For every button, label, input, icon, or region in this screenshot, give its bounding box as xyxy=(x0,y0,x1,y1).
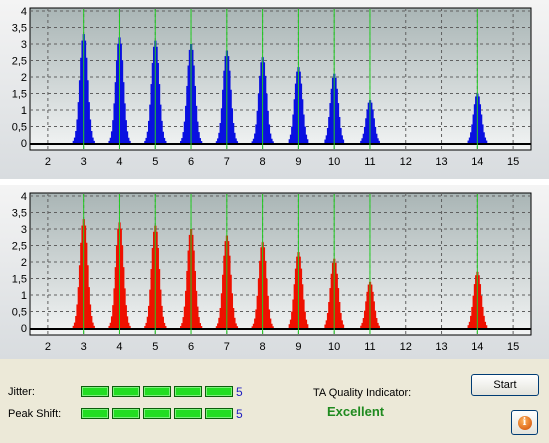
histogram-bar xyxy=(341,324,345,328)
x-tick-label: 2 xyxy=(45,156,51,168)
x-tick-label: 3 xyxy=(81,341,87,353)
y-tick-label: 2 xyxy=(21,257,27,269)
x-tick-label: 8 xyxy=(260,341,266,353)
x-tick-label: 10 xyxy=(328,341,340,353)
y-tick-label: 0,5 xyxy=(12,122,27,134)
histogram-bar xyxy=(235,326,239,328)
histogram-bar xyxy=(128,140,131,143)
histogram-bar xyxy=(271,326,274,328)
y-tick-label: 4 xyxy=(21,191,27,203)
histogram-bar xyxy=(92,140,95,143)
bottom-histogram-chart: 0 0,5 1 1,5 2 2,5 3 3,5 4 2 3 4 5 6 7 8 9 10 11 12 13 14 15 xyxy=(12,191,532,353)
meter-segment xyxy=(205,386,233,397)
histogram-bar xyxy=(306,324,309,328)
x-tick-label: 15 xyxy=(507,341,519,353)
histogram-bar xyxy=(200,141,203,143)
bottom-histogram-panel: 0 0,5 1 1,5 2 2,5 3 3,5 4 2 3 4 5 6 7 8 9 10 11 12 13 14 15 xyxy=(0,185,549,359)
y-tick-label: 1,5 xyxy=(12,89,27,101)
peak-shift-meter xyxy=(81,408,233,419)
meter-segment xyxy=(174,386,202,397)
x-tick-label: 14 xyxy=(471,341,483,353)
y-tick-label: 4 xyxy=(21,6,27,18)
ta-quality-value: Excellent xyxy=(327,404,385,419)
x-tick-label: 11 xyxy=(364,156,375,168)
plot-area xyxy=(29,7,532,151)
info-button[interactable]: i xyxy=(511,410,538,435)
info-icon: i xyxy=(517,415,532,430)
y-tick-label: 0,5 xyxy=(12,307,27,319)
peak-shift-value: 5 xyxy=(236,407,243,421)
x-tick-label: 4 xyxy=(116,156,122,168)
top-histogram-panel: 0 0,5 1 1,5 2 2,5 3 3,5 4 2 3 4 5 6 7 8 9 10 11 12 13 14 15 xyxy=(0,0,549,179)
top-histogram-chart: 0 0,5 1 1,5 2 2,5 3 3,5 4 2 3 4 5 6 7 8 9 10 11 12 13 14 15 xyxy=(12,6,532,168)
x-tick-label: 12 xyxy=(400,156,412,168)
histogram-bar xyxy=(200,326,203,328)
meter-segment xyxy=(143,408,171,419)
y-tick-label: 0 xyxy=(21,138,27,150)
plot-area xyxy=(29,192,532,336)
x-tick-label: 9 xyxy=(295,156,301,168)
meter-segment xyxy=(205,408,233,419)
start-button[interactable]: Start xyxy=(471,374,539,396)
y-tick-label: 1 xyxy=(21,105,27,117)
x-tick-label: 15 xyxy=(507,156,519,168)
histogram-bar xyxy=(377,140,380,143)
x-tick-label: 3 xyxy=(81,156,87,168)
ta-quality-label: TA Quality Indicator: xyxy=(313,387,412,399)
y-tick-label: 3,5 xyxy=(12,23,27,35)
x-tick-label: 10 xyxy=(328,156,340,168)
meter-segment xyxy=(143,386,171,397)
meter-segment xyxy=(81,408,109,419)
meter-segment xyxy=(174,408,202,419)
y-tick-label: 0 xyxy=(21,323,27,335)
histogram-bar xyxy=(92,325,95,328)
y-tick-label: 3,5 xyxy=(12,208,27,220)
x-tick-label: 4 xyxy=(116,341,122,353)
x-tick-label: 11 xyxy=(364,341,375,353)
x-tick-label: 5 xyxy=(152,156,158,168)
meter-segment xyxy=(112,408,140,419)
y-tick-label: 3 xyxy=(21,39,27,51)
x-tick-label: 14 xyxy=(471,156,483,168)
histogram-bar xyxy=(485,325,488,328)
x-tick-label: 12 xyxy=(400,341,412,353)
histogram-bar xyxy=(164,140,167,143)
x-tick-label: 13 xyxy=(435,341,447,353)
jitter-meter xyxy=(81,386,233,397)
histogram-bar xyxy=(485,140,488,143)
x-tick-label: 6 xyxy=(188,156,194,168)
histogram-bar xyxy=(235,141,239,143)
x-tick-label: 13 xyxy=(435,156,447,168)
histogram-bar xyxy=(271,141,274,143)
y-tick-label: 2,5 xyxy=(12,56,27,68)
x-tick-label: 9 xyxy=(295,341,301,353)
meter-segment xyxy=(112,386,140,397)
jitter-value: 5 xyxy=(236,385,243,399)
x-tick-label: 2 xyxy=(45,341,51,353)
status-panel xyxy=(0,359,549,443)
histogram-bar xyxy=(128,325,131,328)
peak-shift-label: Peak Shift: xyxy=(8,408,62,420)
x-tick-label: 6 xyxy=(188,341,194,353)
y-tick-label: 2,5 xyxy=(12,241,27,253)
y-tick-label: 1 xyxy=(21,290,27,302)
histogram-bar xyxy=(341,139,345,143)
y-tick-label: 2 xyxy=(21,72,27,84)
meter-segment xyxy=(81,386,109,397)
x-tick-label: 5 xyxy=(152,341,158,353)
y-tick-label: 1,5 xyxy=(12,274,27,286)
jitter-label: Jitter: xyxy=(8,386,35,398)
histogram-bar xyxy=(377,325,380,328)
x-tick-label: 8 xyxy=(260,156,266,168)
histogram-bar xyxy=(306,139,309,143)
y-tick-label: 3 xyxy=(21,224,27,236)
histogram-bar xyxy=(164,325,167,328)
x-tick-label: 7 xyxy=(224,156,230,168)
x-tick-label: 7 xyxy=(224,341,230,353)
